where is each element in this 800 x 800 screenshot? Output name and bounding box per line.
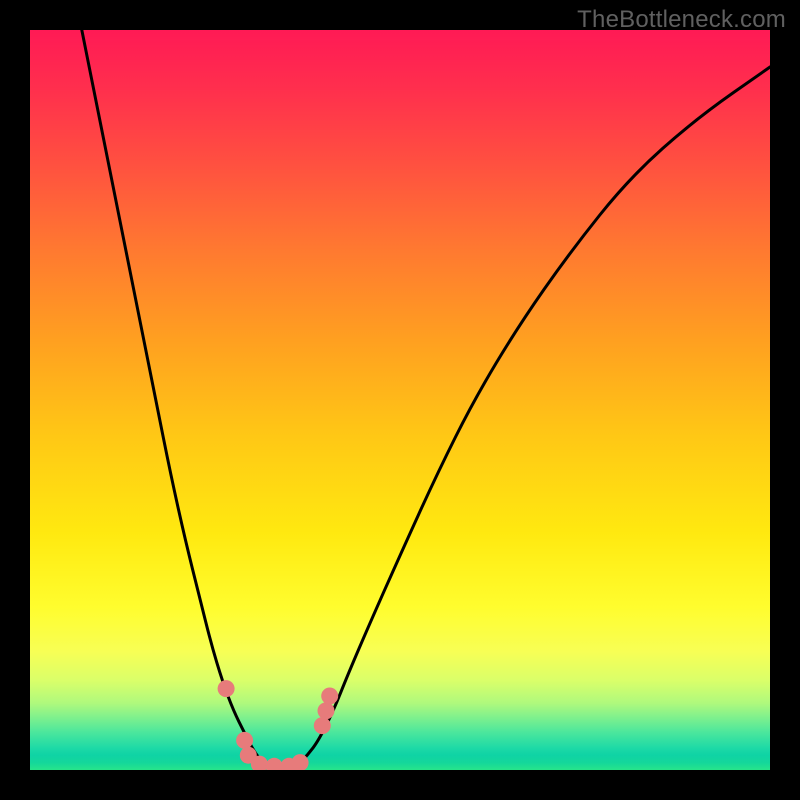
data-point-9	[321, 688, 338, 705]
data-point-4	[266, 758, 283, 770]
data-point-0	[218, 680, 235, 697]
data-point-1	[236, 732, 253, 749]
plot-area	[30, 30, 770, 770]
curve-right-branch	[296, 67, 770, 766]
watermark-text: TheBottleneck.com	[577, 6, 786, 34]
points-group	[218, 680, 339, 770]
curve-left-branch	[82, 30, 267, 766]
data-point-8	[318, 702, 335, 719]
data-point-7	[314, 717, 331, 734]
curve-group	[82, 30, 770, 766]
chart-svg	[30, 30, 770, 770]
